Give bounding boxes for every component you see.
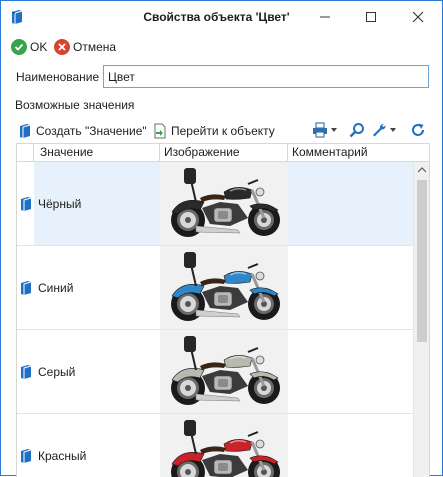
cancel-label: Отмена — [73, 40, 117, 54]
name-input[interactable] — [103, 65, 429, 88]
value-cell[interactable]: Серый — [34, 330, 160, 413]
refresh-button[interactable] — [410, 120, 426, 140]
book-icon — [19, 448, 33, 464]
maximize-icon — [366, 11, 376, 22]
ok-label: OK — [30, 40, 48, 54]
ok-button[interactable]: OK — [11, 38, 47, 56]
cancel-button[interactable]: Отмена — [54, 38, 116, 56]
create-value-label: Создать "Значение" — [36, 123, 147, 138]
cancel-x-icon — [54, 39, 70, 55]
column-header-value[interactable]: Значение — [34, 144, 160, 161]
chevron-down-icon — [390, 128, 396, 132]
goto-object-icon — [154, 123, 166, 138]
maximize-button[interactable] — [348, 1, 394, 32]
properties-window: Свойства объекта 'Цвет' OK Отмена Наимен… — [0, 0, 443, 477]
value-name: Чёрный — [38, 197, 82, 211]
value-name: Серый — [38, 365, 76, 379]
comment-cell[interactable] — [288, 414, 413, 477]
close-button[interactable] — [395, 1, 441, 32]
table-row[interactable]: Серый — [17, 330, 413, 414]
motorcycle-image — [160, 162, 288, 245]
goto-object-button[interactable]: Перейти к объекту — [153, 122, 275, 139]
value-name: Красный — [38, 449, 87, 463]
book-icon — [19, 280, 33, 296]
print-icon — [313, 122, 327, 138]
checkmark-icon — [11, 39, 27, 55]
scroll-up-button[interactable] — [414, 162, 429, 178]
refresh-icon — [412, 123, 424, 136]
table-row[interactable]: Красный — [17, 414, 413, 477]
column-header-image[interactable]: Изображение — [160, 144, 288, 161]
search-icon — [349, 123, 364, 138]
column-header-comment[interactable]: Комментарий — [288, 144, 413, 161]
chevron-down-icon — [331, 128, 337, 132]
values-section-label: Возможные значения — [15, 98, 135, 112]
motorcycle-image — [160, 246, 288, 329]
book-icon — [19, 196, 33, 212]
motorcycle-image — [160, 414, 288, 477]
values-toolbar: Создать "Значение" Перейти к объекту — [15, 119, 435, 141]
create-value-button[interactable]: Создать "Значение" — [18, 122, 147, 139]
table-row[interactable]: Синий — [17, 246, 413, 330]
value-cell[interactable]: Синий — [34, 246, 160, 329]
title-bar[interactable]: Свойства объекта 'Цвет' — [1, 1, 442, 32]
value-cell[interactable]: Красный — [34, 414, 160, 477]
motorcycle-image — [160, 330, 288, 413]
table-row[interactable]: Чёрный — [17, 162, 413, 246]
comment-cell[interactable] — [288, 330, 413, 413]
book-icon — [19, 364, 33, 380]
vertical-scrollbar[interactable] — [413, 162, 429, 477]
value-cell[interactable]: Чёрный — [34, 162, 160, 245]
minimize-button[interactable] — [302, 1, 348, 32]
values-grid: Значение Изображение Комментарий Чёрный … — [16, 143, 430, 477]
header-icon-column — [17, 144, 34, 161]
book-icon — [20, 123, 31, 138]
search-button[interactable] — [349, 120, 365, 140]
dialog-button-bar: OK Отмена — [1, 34, 442, 60]
wrench-icon — [373, 123, 386, 137]
comment-cell[interactable] — [288, 246, 413, 329]
tools-dropdown-button[interactable] — [371, 120, 396, 140]
name-field-label: Наименование — [16, 70, 100, 84]
goto-object-label: Перейти к объекту — [171, 123, 275, 138]
chevron-up-icon — [418, 167, 426, 173]
value-name: Синий — [38, 281, 74, 295]
comment-cell[interactable] — [288, 162, 413, 245]
minimize-icon — [320, 16, 330, 17]
close-icon — [412, 11, 424, 22]
print-dropdown-button[interactable] — [312, 120, 337, 140]
grid-header: Значение Изображение Комментарий — [17, 144, 429, 162]
scrollbar-thumb[interactable] — [417, 180, 427, 342]
